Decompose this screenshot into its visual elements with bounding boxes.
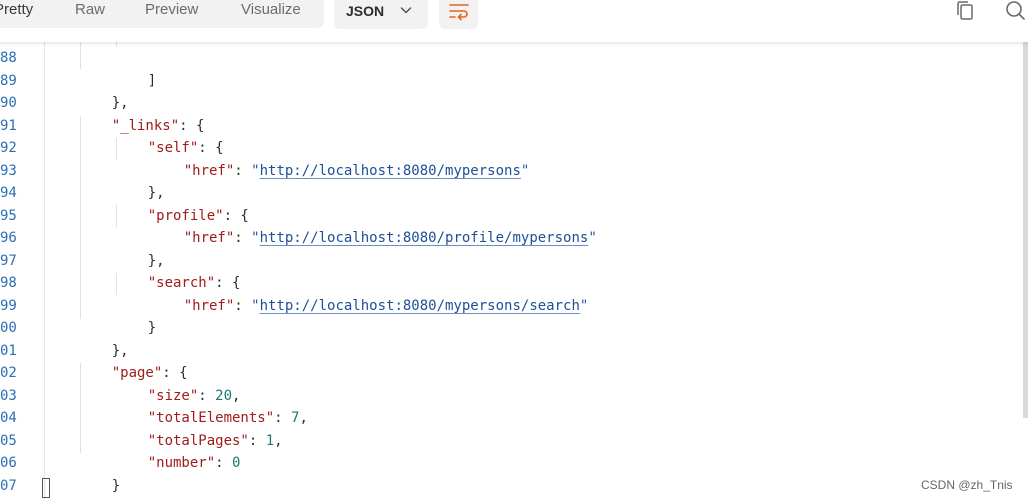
code-line: "number": 0	[147, 455, 241, 471]
search-icon	[1006, 1, 1025, 20]
response-body-editor[interactable]: 88 89 90 91 92 93 94 95 96 97 98 99 00 0…	[0, 42, 1028, 500]
code-token: }	[147, 320, 157, 336]
line-number: 94	[0, 185, 17, 201]
code-line: "self": {	[114, 115, 224, 156]
vertical-scrollbar[interactable]	[1023, 42, 1028, 418]
tab-visualize[interactable]: Visualize	[241, 0, 301, 20]
code-line: }	[114, 295, 156, 336]
tab-preview[interactable]: Preview	[145, 0, 198, 20]
code-line: "totalElements": 7,	[147, 410, 308, 426]
line-number: 99	[0, 297, 17, 314]
gutter-divider	[44, 42, 45, 500]
code-token: ]	[147, 72, 157, 89]
bracket-match-highlight	[42, 478, 50, 498]
chevron-down-icon	[400, 7, 412, 14]
line-number: 02	[0, 365, 17, 381]
code-line: }	[78, 452, 120, 494]
json-key: "href"	[183, 297, 235, 314]
line-number: 00	[0, 320, 17, 336]
code-line: },	[78, 317, 129, 359]
line-number: 01	[0, 342, 17, 359]
code-token: ,	[274, 432, 283, 449]
format-selected-value: JSON	[346, 3, 385, 19]
line-number: 88	[0, 50, 17, 66]
watermark: CSDN @zh_Tnis	[921, 478, 1013, 492]
line-number: 05	[0, 432, 17, 449]
code-line: }	[44, 475, 86, 498]
indent-guide	[80, 42, 81, 69]
json-key: "href"	[183, 230, 235, 246]
code-line: "_links": {	[78, 92, 205, 134]
line-number: 06	[0, 455, 17, 471]
tab-raw[interactable]: Raw	[75, 0, 105, 20]
code-line: "page": {	[78, 340, 188, 381]
code-line: "href": "http://localhost:8080/mypersons…	[183, 297, 589, 314]
line-number: 95	[0, 207, 17, 224]
line-number: 03	[0, 387, 17, 404]
search-button[interactable]	[1001, 0, 1028, 24]
code-line: "profile": {	[114, 182, 249, 224]
code-token: }	[111, 477, 121, 494]
code-token: ,	[299, 410, 308, 426]
json-link[interactable]: http://localhost:8080/mypersons/search	[260, 298, 580, 314]
line-number: 04	[0, 410, 17, 426]
wrap-lines-button[interactable]	[439, 0, 478, 29]
line-number: 93	[0, 162, 17, 179]
tab-pretty[interactable]: Pretty	[0, 0, 33, 20]
copy-icon	[957, 1, 973, 20]
code-line: "href": "http://localhost:8080/profile/m…	[183, 230, 597, 246]
line-number: 98	[0, 275, 17, 291]
code-line: "search": {	[114, 250, 241, 291]
line-number: 92	[0, 140, 17, 156]
line-number: 90	[0, 95, 17, 111]
wrap-lines-icon	[449, 4, 469, 21]
line-number: 96	[0, 230, 17, 246]
json-key: "href"	[183, 162, 235, 179]
line-number: 89	[0, 72, 17, 89]
line-number: 97	[0, 252, 17, 269]
json-number: 1	[265, 432, 275, 449]
json-number: 0	[232, 455, 241, 471]
json-key: "number"	[147, 455, 216, 471]
code-line: },	[114, 160, 165, 201]
format-dropdown[interactable]: JSON	[334, 0, 428, 29]
line-number: 91	[0, 117, 17, 134]
view-mode-tabs: Pretty Raw Preview Visualize	[0, 0, 324, 28]
code-line: },	[78, 70, 129, 111]
response-toolbar: Pretty Raw Preview Visualize JSON	[0, 0, 1028, 42]
code-line: "href": "http://localhost:8080/mypersons…	[183, 162, 530, 179]
code-line: },	[114, 227, 165, 269]
json-link[interactable]: http://localhost:8080/mypersons	[260, 163, 521, 179]
line-number: 07	[0, 477, 17, 494]
copy-button[interactable]	[952, 0, 978, 24]
code-line: "size": 20,	[147, 387, 241, 404]
code-line: ]	[114, 47, 156, 89]
code-line: "totalPages": 1,	[147, 432, 283, 449]
json-link[interactable]: http://localhost:8080/profile/mypersons	[260, 230, 589, 246]
